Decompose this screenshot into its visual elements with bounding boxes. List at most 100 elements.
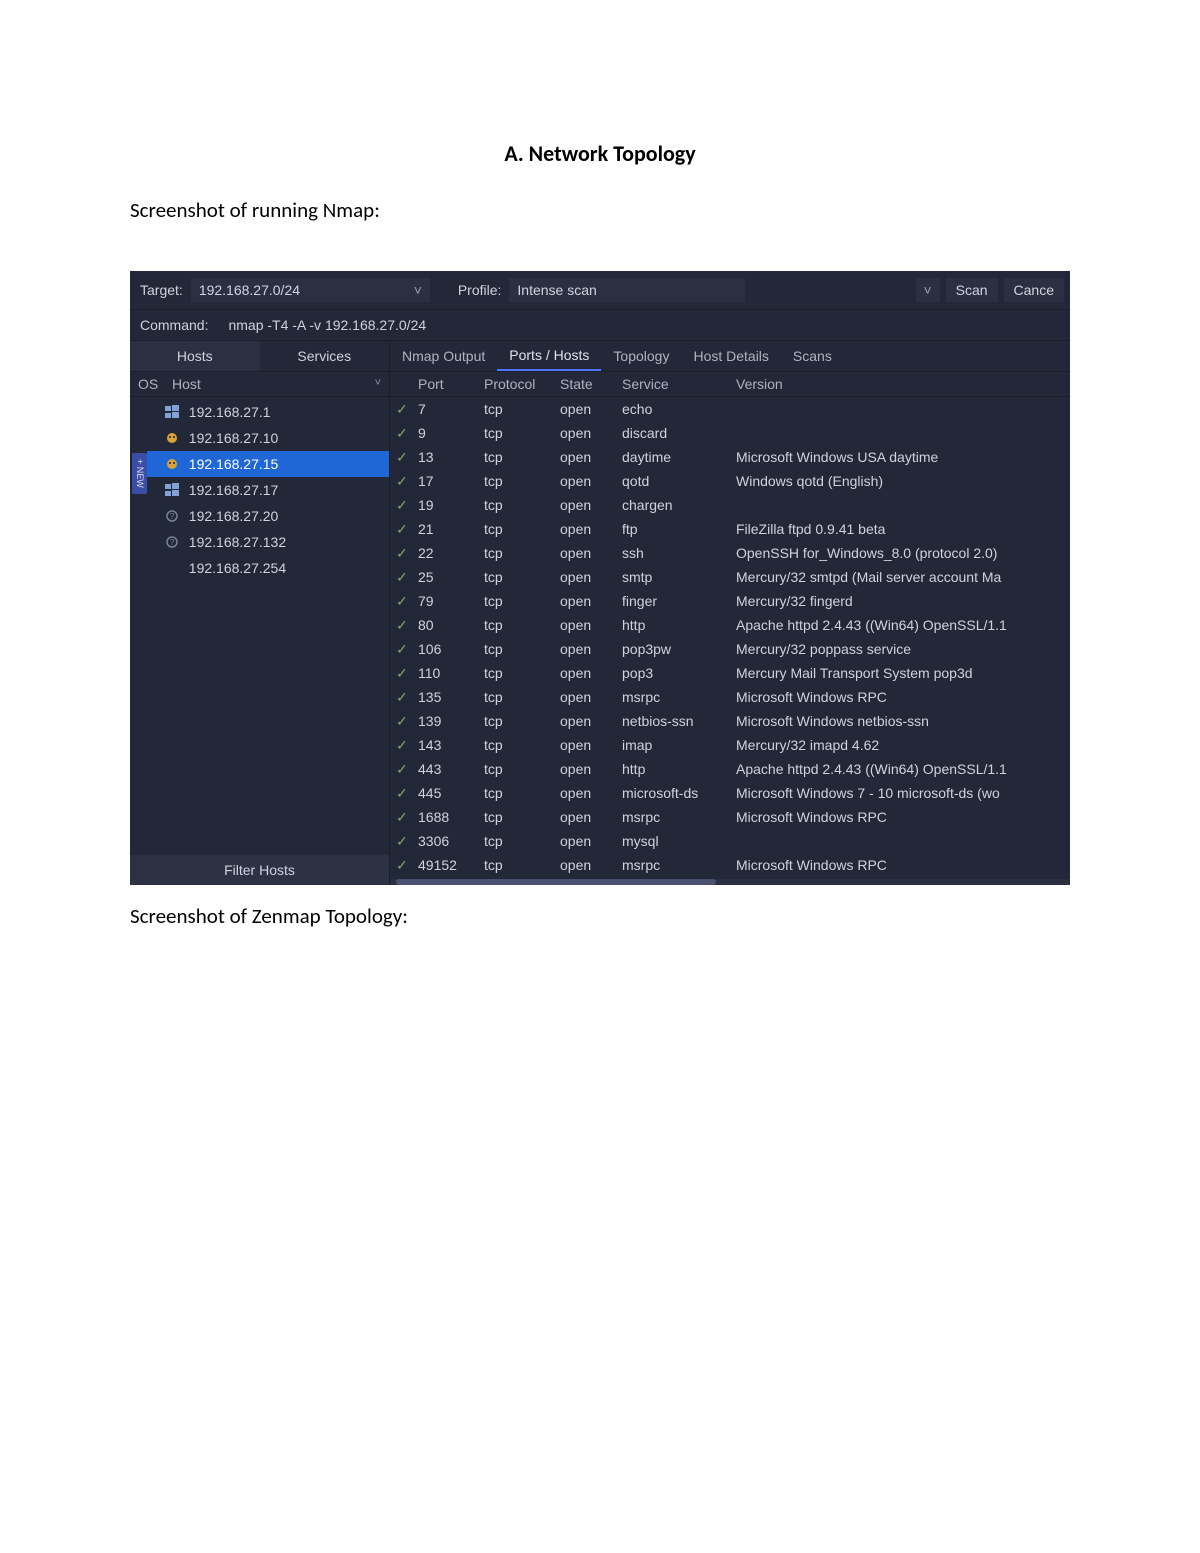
cell-state: open — [560, 473, 622, 490]
cell-service: netbios-ssn — [622, 713, 736, 730]
host-item[interactable]: 192.168.27.254 — [147, 555, 389, 581]
port-row[interactable]: ✓143tcpopenimapMercury/32 imapd 4.62 — [390, 733, 1070, 757]
port-row[interactable]: ✓79tcpopenfingerMercury/32 fingerd — [390, 589, 1070, 613]
check-icon: ✓ — [396, 809, 418, 826]
cell-port: 7 — [418, 401, 484, 418]
caption1-prefix: Screenshot of — [130, 197, 252, 223]
tab-ports-hosts[interactable]: Ports / Hosts — [497, 341, 601, 371]
host-item[interactable]: 192.168.27.10 — [147, 425, 389, 451]
cell-protocol: tcp — [484, 857, 560, 874]
port-row[interactable]: ✓25tcpopensmtpMercury/32 smtpd (Mail ser… — [390, 565, 1070, 589]
port-row[interactable]: ✓135tcpopenmsrpcMicrosoft Windows RPC — [390, 685, 1070, 709]
port-row[interactable]: ✓21tcpopenftpFileZilla ftpd 0.9.41 beta — [390, 517, 1070, 541]
cell-state: open — [560, 809, 622, 826]
cell-version: Windows qotd (English) — [736, 473, 1070, 490]
check-icon: ✓ — [396, 785, 418, 802]
cell-state: open — [560, 617, 622, 634]
tab-services[interactable]: Services — [260, 341, 390, 371]
header-state[interactable]: State — [560, 376, 622, 393]
tab-hosts[interactable]: Hosts — [130, 341, 260, 371]
tab-nmap-output[interactable]: Nmap Output — [390, 341, 497, 371]
port-row[interactable]: ✓110tcpopenpop3Mercury Mail Transport Sy… — [390, 661, 1070, 685]
windows-os-icon — [155, 405, 189, 419]
filter-hosts-button[interactable]: Filter Hosts — [130, 855, 389, 885]
host-item[interactable]: 192.168.27.1 — [147, 399, 389, 425]
cell-state: open — [560, 593, 622, 610]
profile-input[interactable] — [509, 278, 745, 302]
port-row[interactable]: ✓3306tcpopenmysql — [390, 829, 1070, 853]
cell-service: ftp — [622, 521, 736, 538]
port-row[interactable]: ✓19tcpopenchargen — [390, 493, 1070, 517]
cell-port: 17 — [418, 473, 484, 490]
host-item[interactable]: 192.168.27.15 — [147, 451, 389, 477]
port-row[interactable]: ✓1688tcpopenmsrpcMicrosoft Windows RPC — [390, 805, 1070, 829]
cell-service: mysql — [622, 833, 736, 850]
cancel-button[interactable]: Cance — [1004, 278, 1064, 302]
check-icon: ✓ — [396, 665, 418, 682]
cell-version: OpenSSH for_Windows_8.0 (protocol 2.0) — [736, 545, 1070, 562]
hosts-list: 192.168.27.1192.168.27.10 192.168.27.15 19… — [147, 397, 389, 581]
cell-service: http — [622, 761, 736, 778]
cell-protocol: tcp — [484, 473, 560, 490]
port-row[interactable]: ✓13tcpopendaytimeMicrosoft Windows USA d… — [390, 445, 1070, 469]
cell-state: open — [560, 737, 622, 754]
cell-service: daytime — [622, 449, 736, 466]
cell-service: http — [622, 617, 736, 634]
port-row[interactable]: ✓106tcpopenpop3pwMercury/32 poppass serv… — [390, 637, 1070, 661]
caption1-suffix: : — [374, 197, 380, 223]
check-icon: ✓ — [396, 761, 418, 778]
header-version[interactable]: Version — [736, 376, 1070, 393]
port-row[interactable]: ✓49152tcpopenmsrpcMicrosoft Windows RPC — [390, 853, 1070, 877]
host-item[interactable]: 192.168.27.17 — [147, 477, 389, 503]
host-item[interactable]: ?192.168.27.132 — [147, 529, 389, 555]
port-row[interactable]: ✓445tcpopenmicrosoft-dsMicrosoft Windows… — [390, 781, 1070, 805]
tab-scans[interactable]: Scans — [781, 341, 844, 371]
cell-state: open — [560, 425, 622, 442]
chevron-down-icon: ˅ — [375, 377, 381, 390]
cell-state: open — [560, 449, 622, 466]
cell-service: pop3 — [622, 665, 736, 682]
cell-service: msrpc — [622, 689, 736, 706]
host-item[interactable]: ?192.168.27.20 — [147, 503, 389, 529]
profile-dropdown[interactable]: ˅ — [916, 278, 940, 302]
header-service[interactable]: Service — [622, 376, 736, 393]
header-host-label: Host — [172, 376, 201, 393]
target-input[interactable] — [191, 278, 407, 302]
scan-button[interactable]: Scan — [946, 278, 998, 302]
header-protocol[interactable]: Protocol — [484, 376, 560, 393]
host-ip: 192.168.27.15 — [189, 456, 279, 473]
header-port[interactable]: Port — [418, 376, 484, 393]
cell-state: open — [560, 545, 622, 562]
port-row[interactable]: ✓17tcpopenqotdWindows qotd (English) — [390, 469, 1070, 493]
port-row[interactable]: ✓9tcpopendiscard — [390, 421, 1070, 445]
port-row[interactable]: ✓22tcpopensshOpenSSH for_Windows_8.0 (pr… — [390, 541, 1070, 565]
cell-version: Apache httpd 2.4.43 ((Win64) OpenSSL/1.1 — [736, 617, 1070, 634]
cell-port: 22 — [418, 545, 484, 562]
cell-port: 9 — [418, 425, 484, 442]
tab-host-details[interactable]: Host Details — [681, 341, 780, 371]
top-bar: Target: ˅ Profile: ˅ Scan Cance — [130, 271, 1070, 310]
sidebar-tabs: Hosts Services — [130, 341, 389, 372]
tab-topology[interactable]: Topology — [601, 341, 681, 371]
cell-port: 25 — [418, 569, 484, 586]
horizontal-scrollbar[interactable] — [390, 879, 1070, 885]
cell-port: 21 — [418, 521, 484, 538]
port-row[interactable]: ✓7tcpopenecho — [390, 397, 1070, 421]
check-icon: ✓ — [396, 521, 418, 538]
cell-state: open — [560, 833, 622, 850]
cell-service: msrpc — [622, 857, 736, 874]
cell-port: 79 — [418, 593, 484, 610]
profile-label: Profile: — [454, 282, 510, 299]
sidebar: Hosts Services OS Host ˅ + NEW 192.168.2… — [130, 341, 390, 885]
check-icon: ✓ — [396, 545, 418, 562]
target-dropdown[interactable]: ˅ — [406, 278, 430, 302]
header-host[interactable]: Host ˅ — [172, 376, 389, 393]
cell-version: Mercury/32 fingerd — [736, 593, 1070, 610]
port-row[interactable]: ✓139tcpopennetbios-ssnMicrosoft Windows … — [390, 709, 1070, 733]
scrollbar-thumb[interactable] — [396, 879, 716, 885]
side-strip[interactable]: + NEW — [132, 453, 147, 494]
port-row[interactable]: ✓80tcpopenhttpApache httpd 2.4.43 ((Win6… — [390, 613, 1070, 637]
body: Hosts Services OS Host ˅ + NEW 192.168.2… — [130, 341, 1070, 885]
cell-service: smtp — [622, 569, 736, 586]
port-row[interactable]: ✓443tcpopenhttpApache httpd 2.4.43 ((Win… — [390, 757, 1070, 781]
